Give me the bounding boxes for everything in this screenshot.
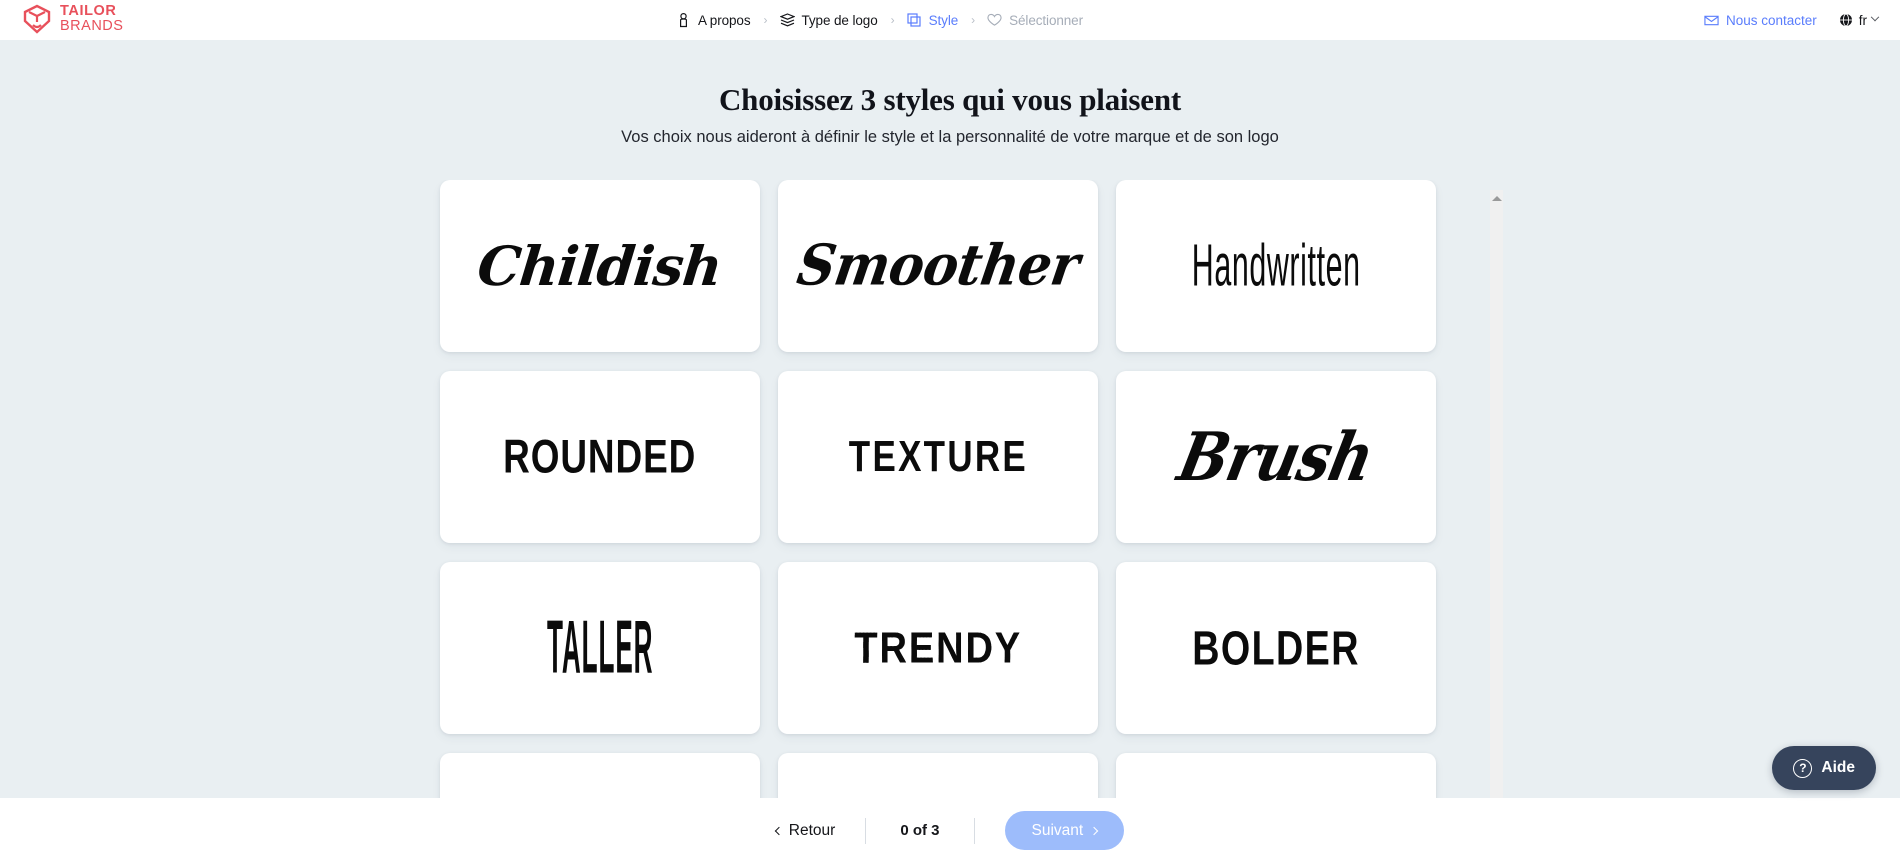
envelope-icon — [1704, 13, 1719, 28]
tailor-brands-logo[interactable]: TAILOR BRANDS — [22, 3, 123, 35]
style-card[interactable]: TALLER — [440, 562, 760, 734]
style-card[interactable]: TRENDY — [778, 562, 1098, 734]
style-card-sample: ROUNDED — [503, 430, 697, 483]
style-card[interactable]: TEXTURE — [778, 371, 1098, 543]
breadcrumb-label-style: Style — [928, 12, 959, 28]
style-card[interactable]: Smoother — [778, 180, 1098, 352]
style-card-sample: Handwritten — [1191, 232, 1361, 299]
style-card[interactable]: Childish — [440, 180, 760, 352]
style-card-sample: TRENDY — [854, 623, 1022, 673]
help-widget-label: Aide — [1821, 759, 1855, 776]
person-icon — [676, 12, 691, 28]
breadcrumb-label-a-propos: A propos — [698, 12, 751, 28]
breadcrumb-item-selectionner[interactable]: Sélectionner — [987, 13, 1083, 28]
style-card[interactable]: ROUNDED — [440, 371, 760, 543]
question-circle-icon: ? — [1793, 758, 1813, 778]
back-button[interactable]: Retour — [774, 821, 866, 840]
style-card-sample: Childish — [475, 234, 725, 298]
tailor-brands-logo-icon — [23, 4, 51, 34]
style-card[interactable]: Brush — [1116, 371, 1436, 543]
footer-controls: Retour 0 of 3 Suivant — [774, 811, 1125, 850]
chevron-right-icon — [1089, 826, 1099, 835]
scroll-up-arrow-icon[interactable] — [1491, 196, 1502, 201]
breadcrumb-item-style[interactable]: Style — [907, 12, 959, 28]
top-header: TAILOR BRANDS A propos › Type de logo › … — [0, 0, 1900, 40]
style-card[interactable]: THIN — [440, 753, 760, 798]
breadcrumb-label-type-de-logo: Type de logo — [801, 12, 878, 28]
contact-us-label: Nous contacter — [1725, 12, 1817, 28]
selection-counter: 0 of 3 — [900, 822, 940, 839]
style-grid-scrollbar[interactable] — [1490, 190, 1503, 798]
style-grid: Childish Smoother Handwritten ROUNDED TEXTUR… — [440, 180, 1460, 798]
breadcrumb-item-a-propos[interactable]: A propos — [676, 13, 751, 28]
layers-icon — [779, 13, 795, 28]
logo-text-line1: TAILOR — [60, 3, 117, 20]
language-selector[interactable]: fr — [1839, 12, 1880, 28]
style-card-sample: BOLDER — [1192, 620, 1360, 675]
page-subtitle: Vos choix nous aideront à définir le sty… — [621, 128, 1279, 146]
breadcrumb-separator: › — [971, 13, 976, 27]
help-widget-button[interactable]: ? Aide — [1772, 746, 1876, 790]
footer-divider-right — [973, 817, 975, 844]
style-card-sample: TEXTURE — [848, 432, 1028, 482]
back-button-label: Retour — [788, 821, 836, 839]
copy-icon — [907, 13, 922, 28]
heart-icon — [987, 13, 1002, 28]
globe-icon — [1839, 13, 1854, 28]
next-button-label: Suivant — [1031, 821, 1084, 839]
contact-us-link[interactable]: Nous contacter — [1704, 13, 1817, 28]
style-grid-viewport: Childish Smoother Handwritten ROUNDED TEXTUR… — [0, 180, 1900, 798]
footer-bar: Retour 0 of 3 Suivant — [0, 798, 1900, 863]
logo-text-line2: BRANDS — [60, 18, 124, 34]
main-content: Choisissez 3 styles qui vous plaisent Vo… — [0, 40, 1900, 798]
breadcrumb-item-type-de-logo[interactable]: Type de logo — [779, 12, 878, 28]
breadcrumb-label-selectionner: Sélectionner — [1009, 12, 1083, 28]
style-card-sample: Smoother — [792, 232, 1084, 299]
breadcrumb: A propos › Type de logo › Style › Sélect… — [676, 0, 1083, 40]
style-card[interactable]: Classy — [1116, 753, 1436, 798]
header-actions: Nous contacter fr — [1704, 0, 1880, 40]
style-card-sample: Brush — [1171, 417, 1381, 497]
style-card[interactable]: BOLDER — [1116, 562, 1436, 734]
page-title: Choisissez 3 styles qui vous plaisent — [719, 82, 1181, 117]
language-label: fr — [1858, 12, 1867, 28]
breadcrumb-separator: › — [763, 13, 768, 27]
breadcrumb-separator: › — [890, 13, 895, 27]
next-button[interactable]: Suivant — [1004, 811, 1125, 850]
style-card[interactable]: MASCULINE — [778, 753, 1098, 798]
chevron-left-icon — [774, 826, 784, 835]
style-card[interactable]: Handwritten — [1116, 180, 1436, 352]
style-card-sample: TALLER — [546, 605, 654, 690]
chevron-down-icon — [1870, 12, 1880, 22]
